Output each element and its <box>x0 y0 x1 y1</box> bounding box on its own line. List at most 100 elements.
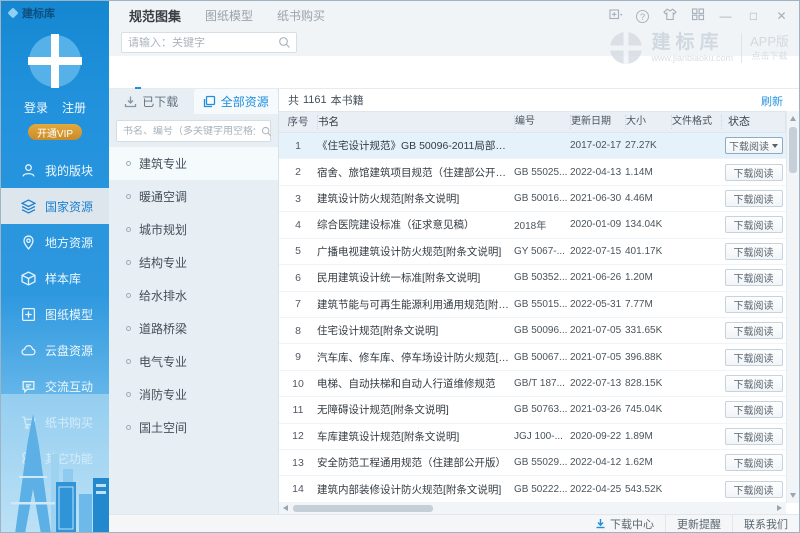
vertical-scroll-thumb[interactable] <box>789 127 797 173</box>
row-index: 12 <box>292 430 304 443</box>
book-code: GB 55025... <box>514 166 568 178</box>
table-row[interactable]: 6 民用建筑设计统一标准[附条文说明] GB 50352... 2021-06-… <box>279 265 786 292</box>
help-icon[interactable]: ? <box>636 9 649 23</box>
category-item[interactable]: 暖通空调 <box>109 180 278 213</box>
sidebar-item-book-purchase[interactable]: 纸书购买 <box>1 404 109 440</box>
main-tab[interactable] <box>281 56 303 89</box>
scroll-up-arrow-icon[interactable] <box>790 116 796 121</box>
skin-icon[interactable] <box>662 8 677 24</box>
table-row[interactable]: 11 无障碍设计规范[附条文说明] GB 50763... 2021-03-26… <box>279 397 786 424</box>
sidebar-item-other-functions[interactable]: 其它功能 <box>1 440 109 476</box>
new-window-icon[interactable] <box>608 8 623 24</box>
bullet-icon <box>126 425 131 430</box>
column-header-index[interactable]: 序号 <box>279 115 317 129</box>
download-read-button[interactable]: 下载阅读 <box>724 401 783 419</box>
app-tab-standards[interactable]: 规范图集 <box>129 6 181 25</box>
download-read-button[interactable]: 下载阅读 <box>724 322 783 340</box>
download-read-button[interactable]: 下载阅读 <box>724 295 783 313</box>
table-row[interactable]: 1 《住宅设计规范》GB 50096-2011局部修订条文及说... 2017-… <box>279 133 786 160</box>
sidebar-item-community[interactable]: 交流互动 <box>1 368 109 404</box>
main-tab[interactable] <box>303 56 325 89</box>
column-header-date[interactable]: 更新日期 <box>570 115 625 129</box>
sidebar-item-national-resources[interactable]: 国家资源 <box>1 188 109 224</box>
login-link[interactable]: 登录 <box>24 101 48 115</box>
sidebar-item-label: 我的版块 <box>45 163 94 178</box>
download-read-button[interactable]: 下载阅读 <box>724 427 783 445</box>
blueprint-icon <box>21 307 36 321</box>
main-tab[interactable] <box>127 56 149 89</box>
minimize-icon[interactable]: — <box>718 9 733 23</box>
table-row[interactable]: 5 广播电视建筑设计防火规范[附条文说明] GY 5067-... 2022-0… <box>279 239 786 266</box>
download-read-label: 下载阅读 <box>733 380 774 391</box>
download-read-button[interactable]: 下载阅读 <box>724 480 783 498</box>
category-item[interactable]: 消防专业 <box>109 378 278 411</box>
apps-menu-icon[interactable] <box>690 8 705 24</box>
column-header-size[interactable]: 大小 <box>625 115 671 129</box>
app-tab-books[interactable]: 纸书购买 <box>277 7 325 24</box>
download-read-button[interactable]: 下载阅读 <box>724 375 783 392</box>
download-read-button[interactable]: 下载阅读 <box>724 216 783 234</box>
table-row[interactable]: 10 电梯、自动扶梯和自动人行道维修规范 GB/T 187... 2022-07… <box>279 371 786 398</box>
all-resources-tab[interactable]: 全部资源 <box>193 89 278 114</box>
table-row[interactable]: 13 安全防范工程通用规范（住建部公开版） GB 55029... 2022-0… <box>279 450 786 477</box>
category-item[interactable]: 国土空间 <box>109 411 278 444</box>
column-header-name[interactable]: 书名 <box>317 115 514 129</box>
downloaded-tab[interactable]: 已下载 <box>109 89 194 114</box>
download-read-button[interactable]: 下载阅读 <box>724 348 783 366</box>
download-read-button[interactable]: 下载阅读 <box>724 190 783 208</box>
category-item[interactable]: 电气专业 <box>109 345 278 378</box>
download-read-button[interactable]: 下载阅读 <box>724 454 783 472</box>
table-row[interactable]: 7 建筑节能与可再生能源利用通用规范[附条文说明] GB 55015... 20… <box>279 292 786 318</box>
category-item[interactable]: 道路桥梁 <box>109 312 278 345</box>
category-item[interactable]: 建筑专业 <box>109 147 278 180</box>
main-tab[interactable] <box>237 56 259 89</box>
download-center-link[interactable]: 下载中心 <box>584 515 665 533</box>
sidebar-item-cloud-resources[interactable]: 云盘资源 <box>1 332 109 368</box>
download-read-button[interactable]: 下载阅读 <box>724 163 783 181</box>
vip-button[interactable]: 开通VIP <box>28 124 82 140</box>
horizontal-scroll-thumb[interactable] <box>293 505 433 512</box>
category-item[interactable]: 结构专业 <box>109 246 278 279</box>
download-read-button[interactable]: 下载阅读 <box>724 137 783 155</box>
scroll-down-arrow-icon[interactable] <box>790 493 796 498</box>
main-tab[interactable] <box>215 56 237 89</box>
column-header-status[interactable]: 状态 <box>721 115 785 129</box>
sidebar-item-local-resources[interactable]: 地方资源 <box>1 224 109 260</box>
table-row[interactable]: 9 汽车库、修车库、停车场设计防火规范[附条文说明] GB 50067... 2… <box>279 344 786 371</box>
maximize-icon[interactable]: □ <box>746 9 761 23</box>
horizontal-scrollbar[interactable] <box>279 503 786 514</box>
table-row[interactable]: 3 建筑设计防火规范[附条文说明] GB 50016... 2021-06-30… <box>279 186 786 213</box>
table-row[interactable]: 2 宿舍、旅馆建筑项目规范（住建部公开版） GB 55025... 2022-0… <box>279 159 786 186</box>
scroll-left-arrow-icon[interactable] <box>283 505 288 511</box>
vertical-scrollbar[interactable] <box>786 111 799 503</box>
category-item[interactable]: 给水排水 <box>109 279 278 312</box>
category-search-input[interactable] <box>117 125 261 137</box>
main-tab[interactable] <box>149 56 171 89</box>
main-tab[interactable] <box>171 56 193 89</box>
scroll-right-arrow-icon[interactable] <box>777 505 782 511</box>
update-reminder-link[interactable]: 更新提醒 <box>665 514 732 532</box>
sidebar-item-my-section[interactable]: 我的版块 <box>1 152 109 188</box>
table-row[interactable]: 14 建筑内部装修设计防火规范[附条文说明] GB 50222... 2022-… <box>279 476 786 503</box>
sidebar-item-drawing-models[interactable]: 图纸模型 <box>1 296 109 332</box>
contact-us-link[interactable]: 联系我们 <box>732 514 799 532</box>
column-header-format[interactable]: 文件格式 <box>671 115 721 129</box>
main-tab[interactable] <box>259 56 281 89</box>
table-row[interactable]: 4 综合医院建设标准（征求意见稿） 2018年 2020-01-09 134.0… <box>279 212 786 239</box>
app-tab-drawings[interactable]: 图纸模型 <box>205 7 253 24</box>
close-icon[interactable]: ✕ <box>774 9 789 23</box>
download-read-button[interactable]: 下载阅读 <box>724 269 783 287</box>
sidebar-item-sample-library[interactable]: 样本库 <box>1 260 109 296</box>
main-tab[interactable] <box>193 56 215 89</box>
refresh-link[interactable]: 刷新 <box>761 93 783 109</box>
category-label: 城市规划 <box>139 223 188 237</box>
column-header-code[interactable]: 编号 <box>514 115 570 129</box>
category-item[interactable]: 城市规划 <box>109 213 278 246</box>
keyword-search-input[interactable] <box>122 36 278 49</box>
download-read-button[interactable]: 下载阅读 <box>724 242 783 260</box>
table-row[interactable]: 12 车库建筑设计规范[附条文说明] JGJ 100-... 2020-09-2… <box>279 424 786 451</box>
register-link[interactable]: 注册 <box>62 101 86 115</box>
table-row[interactable]: 8 住宅设计规范[附条文说明] GB 50096... 2021-07-05 3… <box>279 318 786 345</box>
book-code: GY 5067-... <box>514 245 565 257</box>
file-size: 4.46M <box>625 193 653 205</box>
